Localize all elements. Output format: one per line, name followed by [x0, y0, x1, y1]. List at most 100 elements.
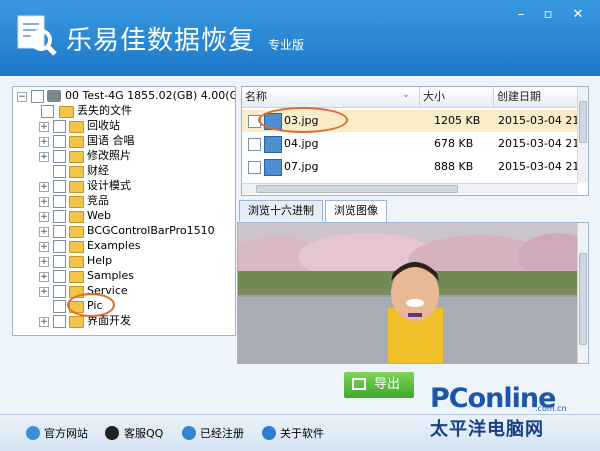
file-size: 678 KB — [434, 137, 474, 150]
title-bar: 乐易佳数据恢复 专业版 – ▫ ✕ — [0, 0, 600, 76]
tree-checkbox[interactable] — [53, 120, 66, 133]
image-file-icon — [264, 136, 282, 153]
key-icon — [182, 426, 196, 440]
table-row[interactable]: 04.jpg 678 KB 2015-03-04 21:5 — [242, 133, 588, 155]
folder-icon — [69, 196, 84, 208]
expand-icon[interactable]: + — [39, 272, 49, 282]
column-size[interactable]: 大小 — [420, 87, 494, 107]
tree-item-label: 丢失的文件 — [77, 104, 132, 117]
folder-icon — [69, 256, 84, 268]
drive-icon — [47, 90, 61, 102]
expand-icon[interactable]: + — [39, 317, 49, 327]
close-button[interactable]: ✕ — [568, 6, 588, 24]
folder-icon — [69, 226, 84, 238]
folder-icon — [69, 211, 84, 223]
tree-item-label: BCGControlBarPro1510 — [87, 224, 215, 237]
tree-checkbox[interactable] — [53, 255, 66, 268]
file-date: 2015-03-04 21:5 — [498, 160, 589, 173]
folder-icon — [69, 271, 84, 283]
expand-icon[interactable]: + — [39, 182, 49, 192]
tree-checkbox[interactable] — [53, 315, 66, 328]
folder-icon — [59, 106, 74, 118]
preview-scrollbar[interactable] — [577, 223, 588, 363]
row-checkbox[interactable] — [248, 138, 261, 151]
magnifier-doc-icon — [17, 15, 57, 56]
tree-checkbox[interactable] — [53, 300, 66, 313]
file-highlight-circle — [258, 107, 348, 133]
folder-icon — [69, 121, 84, 133]
tree-checkbox[interactable] — [53, 135, 66, 148]
app-title: 乐易佳数据恢复 — [66, 26, 256, 56]
folder-icon — [69, 136, 84, 148]
folder-icon — [69, 316, 84, 328]
scroll-thumb[interactable] — [579, 101, 587, 143]
tree-checkbox[interactable] — [53, 225, 66, 238]
about-link[interactable]: 关于软件 — [280, 426, 324, 442]
vertical-scrollbar[interactable] — [577, 87, 588, 183]
registered-link[interactable]: 已经注册 — [200, 426, 244, 442]
expand-icon[interactable]: + — [39, 122, 49, 132]
tree-checkbox[interactable] — [53, 285, 66, 298]
export-icon — [352, 378, 366, 390]
tree-checkbox[interactable] — [53, 210, 66, 223]
tree-item-label: 修改照片 — [87, 149, 131, 162]
tree-item-label: 设计模式 — [87, 179, 131, 192]
tree-checkbox[interactable] — [53, 270, 66, 283]
expand-icon[interactable]: + — [39, 242, 49, 252]
tab-hex[interactable]: 浏览十六进制 — [239, 200, 323, 221]
tree-checkbox[interactable] — [53, 180, 66, 193]
file-size: 1205 KB — [434, 114, 481, 127]
export-button[interactable]: 导出 — [344, 372, 414, 398]
file-name: 07.jpg — [284, 160, 319, 173]
folder-icon — [69, 166, 84, 178]
scroll-thumb[interactable] — [579, 253, 587, 345]
image-file-icon — [264, 159, 282, 176]
file-date: 2015-03-04 21:5 — [498, 114, 589, 127]
file-list[interactable]: 名称 ⌄ 大小 创建日期 03.jpg 1205 KB 2015-03-04 2… — [241, 86, 589, 196]
tree-checkbox[interactable] — [31, 90, 44, 103]
tree-item-label: 竞品 — [87, 194, 109, 207]
expand-icon[interactable]: + — [39, 137, 49, 147]
photo-image — [238, 223, 588, 363]
tree-checkbox[interactable] — [53, 240, 66, 253]
scroll-thumb[interactable] — [256, 185, 458, 193]
watermark-cn: 太平洋电脑网 — [430, 419, 544, 440]
tree-checkbox[interactable] — [41, 105, 54, 118]
file-list-header: 名称 ⌄ 大小 创建日期 — [242, 87, 578, 108]
tree-root-label: 00 Test-4G 1855.02(GB) 4.00(GB) — [65, 89, 236, 102]
tree-checkbox[interactable] — [53, 165, 66, 178]
row-checkbox[interactable] — [248, 161, 261, 174]
expand-icon[interactable]: + — [39, 287, 49, 297]
tree-checkbox[interactable] — [53, 195, 66, 208]
collapse-icon[interactable]: − — [17, 92, 27, 102]
folder-tree[interactable]: − 00 Test-4G 1855.02(GB) 4.00(GB) 丢失的文件 … — [12, 86, 236, 336]
tree-item-label: 国语 合唱 — [87, 134, 135, 147]
globe-icon — [26, 426, 40, 440]
expand-icon[interactable]: + — [39, 152, 49, 162]
tab-image[interactable]: 浏览图像 — [325, 200, 387, 222]
column-name[interactable]: 名称 — [242, 87, 420, 107]
tree-item-label: Help — [87, 254, 113, 267]
tree-item-label: Web — [87, 209, 111, 222]
info-icon — [262, 426, 276, 440]
official-site-link[interactable]: 官方网站 — [44, 426, 88, 442]
expand-icon[interactable]: + — [39, 227, 49, 237]
file-name: 04.jpg — [284, 137, 319, 150]
expand-icon[interactable]: + — [39, 197, 49, 207]
horizontal-scrollbar[interactable] — [242, 183, 578, 194]
expand-icon[interactable]: + — [39, 212, 49, 222]
app-edition: 专业版 — [268, 38, 305, 52]
maximize-button[interactable]: ▫ — [538, 6, 558, 24]
tree-item-label: Samples — [87, 269, 134, 282]
sort-chevron-icon: ⌄ — [402, 90, 410, 100]
tree-checkbox[interactable] — [53, 150, 66, 163]
column-date[interactable]: 创建日期 — [494, 87, 581, 107]
image-preview — [237, 222, 589, 364]
file-date: 2015-03-04 21:5 — [498, 137, 589, 150]
support-qq-link[interactable]: 客服QQ — [124, 426, 163, 442]
folder-icon — [69, 241, 84, 253]
expand-icon[interactable]: + — [39, 257, 49, 267]
table-row[interactable]: 07.jpg 888 KB 2015-03-04 21:5 — [242, 156, 588, 178]
minimize-button[interactable]: – — [511, 6, 531, 24]
tree-item-label: 回收站 — [87, 119, 120, 132]
